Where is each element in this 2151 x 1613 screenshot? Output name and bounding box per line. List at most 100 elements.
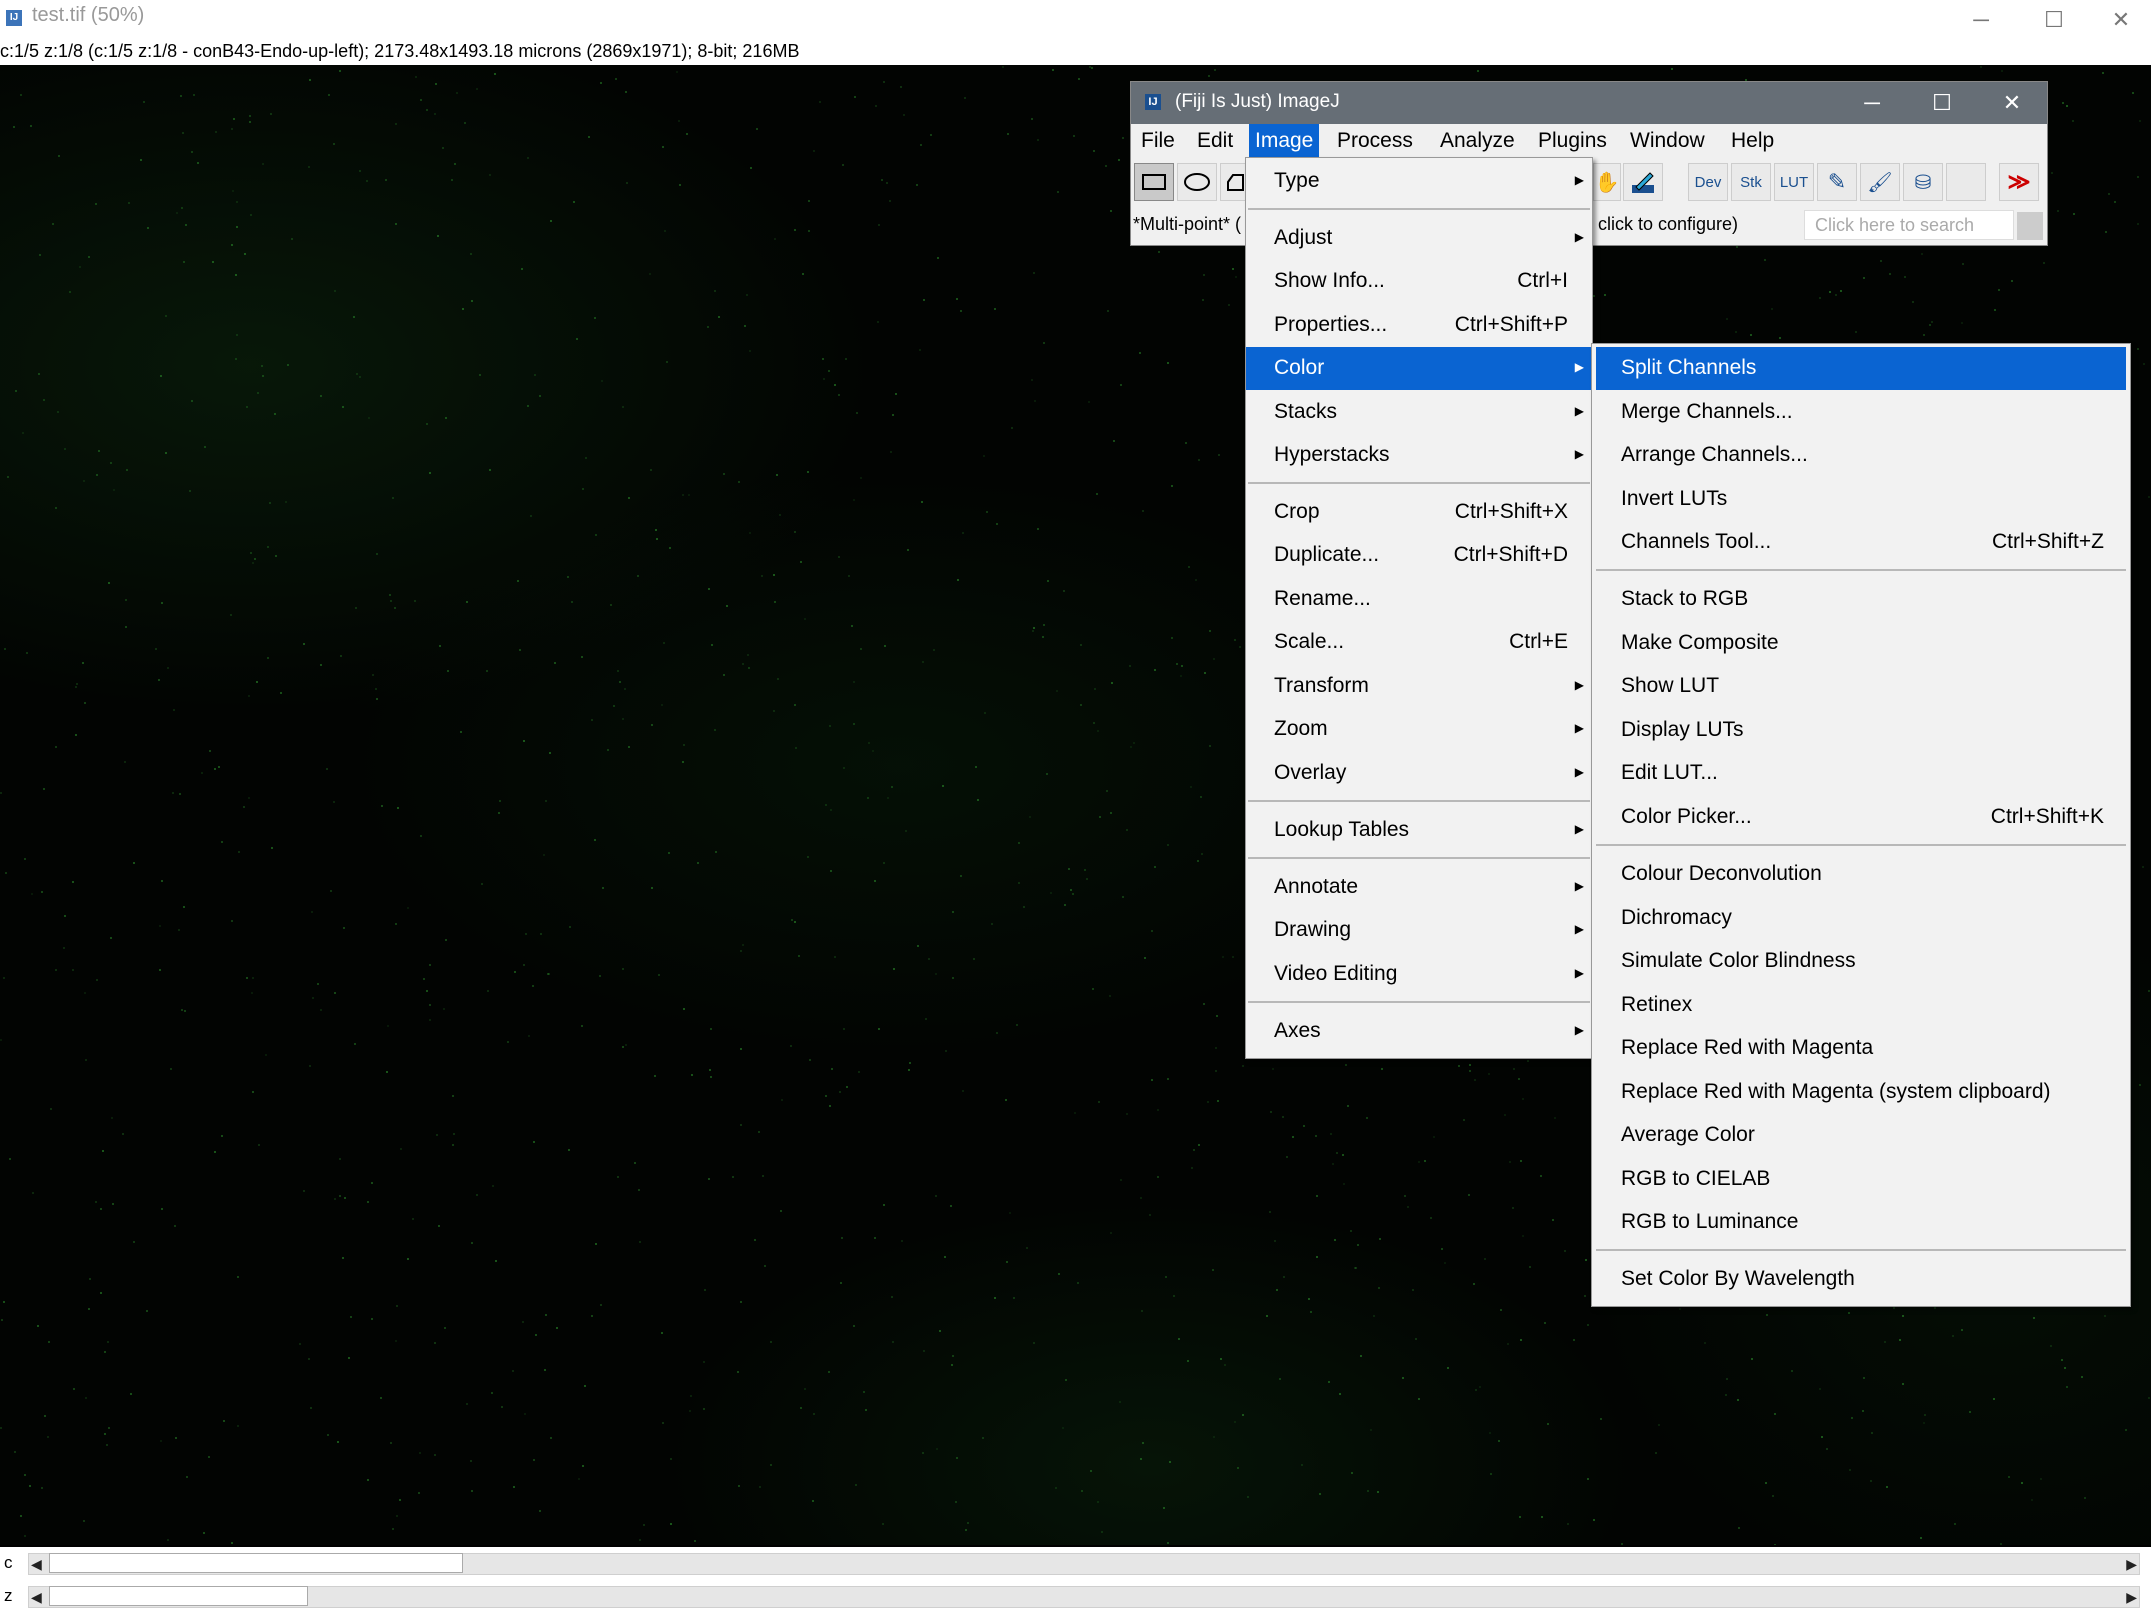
- image-menu-duplicate[interactable]: Duplicate... Ctrl+Shift+D: [1246, 534, 1592, 577]
- image-menu-drawing[interactable]: Drawing ▶: [1246, 909, 1592, 952]
- color-menu-simulate-color-blindness[interactable]: Simulate Color Blindness: [1592, 940, 2130, 983]
- image-menu-stacks[interactable]: Stacks ▶: [1246, 391, 1592, 434]
- z-slider-left-arrow-icon[interactable]: ◀: [31, 1589, 42, 1606]
- speckle-dot: [1224, 1364, 1226, 1366]
- speckle-dot: [1270, 1111, 1272, 1113]
- image-menu-lookup-tables[interactable]: Lookup Tables ▶: [1246, 809, 1592, 852]
- color-menu-make-composite[interactable]: Make Composite: [1592, 622, 2130, 665]
- speckle-dot: [1165, 1276, 1167, 1278]
- menu-window[interactable]: Window: [1624, 124, 1711, 158]
- color-menu-invert-luts[interactable]: Invert LUTs: [1592, 478, 2130, 521]
- speckle-dot: [807, 471, 809, 473]
- speckle-dot: [143, 101, 145, 103]
- flood-fill-tool-icon[interactable]: ⛁: [1903, 163, 1943, 201]
- hand-tool-icon[interactable]: ✋: [1593, 163, 1621, 201]
- minimize-icon[interactable]: ─: [1951, 0, 2011, 39]
- image-menu-transform[interactable]: Transform ▶: [1246, 665, 1592, 708]
- menu-edit[interactable]: Edit: [1191, 124, 1239, 158]
- c-slider-track[interactable]: ◀ ▶: [28, 1553, 2140, 1575]
- color-menu-replace-red-magenta[interactable]: Replace Red with Magenta: [1592, 1027, 2130, 1070]
- color-menu-average-color[interactable]: Average Color: [1592, 1114, 2130, 1157]
- image-window-titlebar[interactable]: [0, 0, 2151, 39]
- color-menu-retinex[interactable]: Retinex: [1592, 984, 2130, 1027]
- fiji-titlebar[interactable]: IJ (Fiji Is Just) ImageJ ─ ☐ ✕: [1131, 82, 2047, 124]
- pencil-tool-icon[interactable]: ✎: [1817, 163, 1857, 201]
- lut-tool-icon[interactable]: LUT: [1774, 163, 1814, 201]
- menu-help[interactable]: Help: [1725, 124, 1780, 158]
- color-picker-tool-icon[interactable]: [1623, 163, 1663, 201]
- image-menu-type[interactable]: Type ▶: [1246, 160, 1592, 203]
- color-menu-colour-deconvolution[interactable]: Colour Deconvolution: [1592, 853, 2130, 896]
- color-menu-rgb-to-luminance[interactable]: RGB to Luminance: [1592, 1201, 2130, 1244]
- z-slider-track[interactable]: ◀ ▶: [28, 1586, 2140, 1608]
- image-menu-adjust[interactable]: Adjust ▶: [1246, 217, 1592, 260]
- color-menu-rgb-to-cielab[interactable]: RGB to CIELAB: [1592, 1158, 2130, 1201]
- menu-image[interactable]: Image: [1249, 124, 1320, 158]
- menu-analyze[interactable]: Analyze: [1434, 124, 1521, 158]
- speckle-dot: [1215, 1070, 1217, 1072]
- speckle-dot: [30, 125, 32, 127]
- z-slider-right-arrow-icon[interactable]: ▶: [2126, 1589, 2137, 1606]
- c-slider-left-arrow-icon[interactable]: ◀: [31, 1556, 42, 1573]
- stk-tool-icon[interactable]: Stk: [1731, 163, 1771, 201]
- color-menu-color-picker[interactable]: Color Picker... Ctrl+Shift+K: [1592, 796, 2130, 839]
- color-menu-edit-lut[interactable]: Edit LUT...: [1592, 752, 2130, 795]
- color-menu-arrange-channels[interactable]: Arrange Channels...: [1592, 434, 2130, 477]
- color-menu-replace-red-magenta-clipboard[interactable]: Replace Red with Magenta (system clipboa…: [1592, 1071, 2130, 1114]
- z-slider-thumb[interactable]: [49, 1586, 308, 1606]
- menu-file[interactable]: File: [1135, 124, 1181, 158]
- speckle-dot: [1093, 150, 1095, 152]
- color-menu-split-channels[interactable]: Split Channels: [1596, 347, 2126, 390]
- image-menu-axes[interactable]: Axes ▶: [1246, 1010, 1592, 1053]
- more-tools-icon[interactable]: ≫: [1999, 163, 2039, 201]
- image-menu-scale[interactable]: Scale... Ctrl+E: [1246, 621, 1592, 664]
- maximize-icon[interactable]: ☐: [2024, 0, 2084, 39]
- image-menu-show-info[interactable]: Show Info... Ctrl+I: [1246, 260, 1592, 303]
- image-menu-crop[interactable]: Crop Ctrl+Shift+X: [1246, 491, 1592, 534]
- menu-plugins[interactable]: Plugins: [1532, 124, 1613, 158]
- color-menu-show-lut[interactable]: Show LUT: [1592, 665, 2130, 708]
- color-menu-set-color-by-wavelength[interactable]: Set Color By Wavelength: [1592, 1258, 2130, 1301]
- color-menu-stack-to-rgb[interactable]: Stack to RGB: [1592, 578, 2130, 621]
- color-menu-display-luts[interactable]: Display LUTs: [1592, 709, 2130, 752]
- image-menu-video-editing[interactable]: Video Editing ▶: [1246, 953, 1592, 996]
- image-menu-overlay[interactable]: Overlay ▶: [1246, 752, 1592, 795]
- color-menu-dichromacy[interactable]: Dichromacy: [1592, 897, 2130, 940]
- speckle-dot: [610, 604, 612, 606]
- image-menu-zoom[interactable]: Zoom ▶: [1246, 708, 1592, 751]
- oval-tool-icon[interactable]: [1177, 163, 1217, 201]
- speckle-dot: [737, 1371, 739, 1373]
- speckle-dot: [804, 618, 806, 620]
- fiji-minimize-icon[interactable]: ─: [1837, 82, 1907, 124]
- menu-process[interactable]: Process: [1331, 124, 1419, 158]
- search-options-button[interactable]: [2017, 212, 2043, 240]
- color-menu-merge-channels[interactable]: Merge Channels...: [1592, 391, 2130, 434]
- speckle-dot: [231, 128, 233, 130]
- color-menu-channels-tool[interactable]: Channels Tool... Ctrl+Shift+Z: [1592, 521, 2130, 564]
- brush-tool-icon[interactable]: 🖌: [1860, 163, 1900, 201]
- speckle-dot: [183, 906, 185, 908]
- speckle-dot: [32, 1192, 34, 1194]
- empty-tool-slot[interactable]: [1946, 163, 1986, 201]
- speckle-dot: [1952, 1335, 1954, 1337]
- image-menu-rename[interactable]: Rename...: [1246, 578, 1592, 621]
- c-slider-thumb[interactable]: [49, 1553, 463, 1573]
- speckle-dot: [1779, 337, 1781, 339]
- speckle-dot: [578, 1478, 580, 1480]
- speckle-dot: [38, 373, 40, 375]
- fiji-maximize-icon[interactable]: ☐: [1907, 82, 1977, 124]
- image-menu-color[interactable]: Color ▶: [1246, 347, 1592, 390]
- close-icon[interactable]: ✕: [2091, 0, 2151, 39]
- search-input[interactable]: Click here to search: [1804, 210, 2014, 240]
- speckle-dot: [299, 1343, 301, 1345]
- speckle-dot: [185, 224, 187, 226]
- rectangle-tool-icon[interactable]: [1134, 163, 1174, 201]
- image-menu-hyperstacks[interactable]: Hyperstacks ▶: [1246, 434, 1592, 477]
- dev-tool-icon[interactable]: Dev: [1688, 163, 1728, 201]
- speckle-dot: [939, 1330, 941, 1332]
- c-slider-right-arrow-icon[interactable]: ▶: [2126, 1556, 2137, 1573]
- image-menu-annotate[interactable]: Annotate ▶: [1246, 866, 1592, 909]
- image-menu-properties[interactable]: Properties... Ctrl+Shift+P: [1246, 304, 1592, 347]
- fiji-close-icon[interactable]: ✕: [1977, 82, 2047, 124]
- speckle-dot: [429, 472, 431, 474]
